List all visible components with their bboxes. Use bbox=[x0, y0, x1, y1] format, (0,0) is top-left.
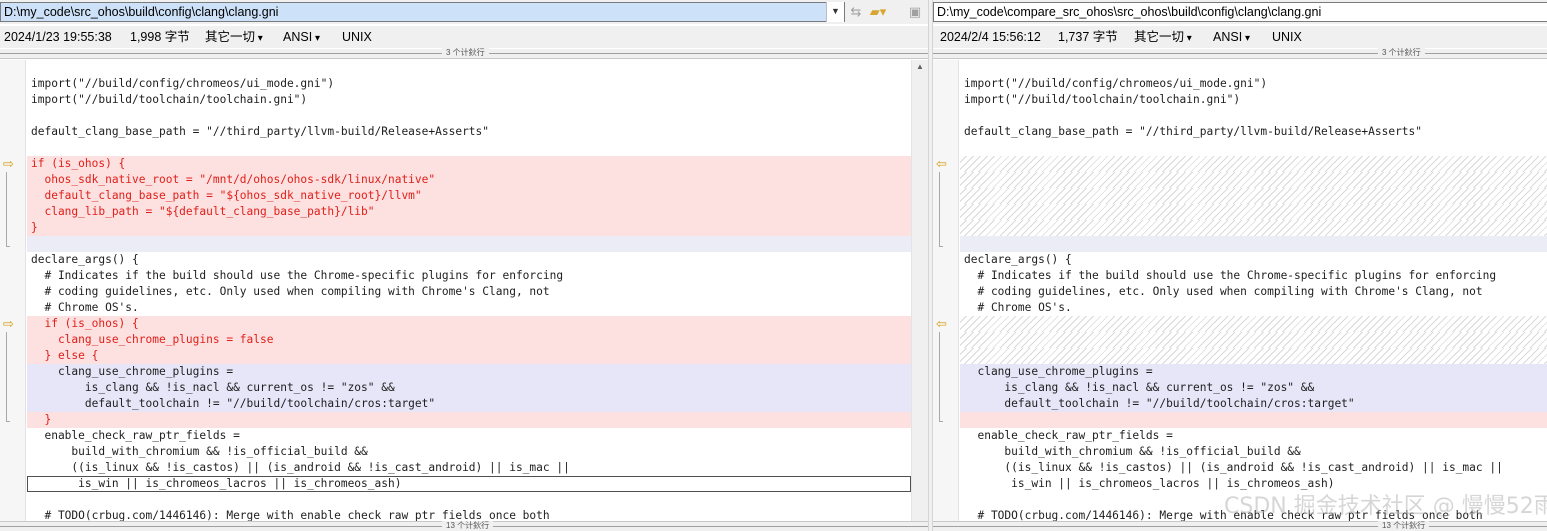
code-line[interactable]: # Indicates if the build should use the … bbox=[27, 268, 911, 284]
left-top-section-label: 3 个计鈥行 bbox=[442, 48, 489, 58]
code-line[interactable] bbox=[960, 220, 1547, 236]
code-line[interactable]: enable_check_raw_ptr_fields = bbox=[27, 428, 911, 444]
code-line[interactable] bbox=[960, 172, 1547, 188]
left-scrollbar[interactable]: ▲ bbox=[911, 60, 928, 521]
chevron-down-icon[interactable]: ▼ bbox=[826, 2, 844, 22]
code-line[interactable]: } else { bbox=[27, 348, 911, 364]
left-code-view[interactable]: import("//build/config/chromeos/ui_mode.… bbox=[27, 76, 911, 524]
left-line-endings[interactable]: UNIX bbox=[342, 26, 372, 48]
right-line-endings[interactable]: UNIX bbox=[1272, 26, 1302, 48]
code-line[interactable]: build_with_chromium && !is_official_buil… bbox=[960, 444, 1547, 460]
code-line[interactable] bbox=[960, 140, 1547, 156]
code-line[interactable] bbox=[960, 204, 1547, 220]
right-date: 2024/2/4 15:56:12 bbox=[940, 30, 1041, 44]
arrow-left-icon[interactable]: ⇦ bbox=[936, 317, 947, 331]
code-line[interactable]: is_win || is_chromeos_lacros || is_chrom… bbox=[27, 476, 911, 492]
code-line[interactable]: declare_args() { bbox=[960, 252, 1547, 268]
code-line[interactable]: default_clang_base_path = "//third_party… bbox=[27, 124, 911, 140]
code-line[interactable] bbox=[960, 236, 1547, 252]
arrow-right-icon[interactable]: ⇨ bbox=[3, 157, 14, 171]
code-line[interactable]: default_clang_base_path = "//third_party… bbox=[960, 124, 1547, 140]
right-top-section-bar[interactable]: 3 个计鈥行 bbox=[933, 48, 1547, 59]
right-path-input[interactable]: D:\my_code\compare_src_ohos\src_ohos\bui… bbox=[933, 2, 1547, 22]
code-line[interactable]: import("//build/config/chromeos/ui_mode.… bbox=[27, 76, 911, 92]
code-line[interactable]: ((is_linux && !is_castos) || (is_android… bbox=[27, 460, 911, 476]
left-path-input[interactable]: D:\my_code\src_ohos\build\config\clang\c… bbox=[0, 2, 845, 22]
save-icon[interactable]: ▣ bbox=[905, 3, 925, 21]
left-info-bar: 2024/1/23 19:55:38 1,998 字节 其它一切 ANSI UN… bbox=[0, 26, 928, 48]
code-line[interactable]: is_clang && !is_nacl && current_os != "z… bbox=[960, 380, 1547, 396]
right-bottom-section-label: 13 个计鈥行 bbox=[1378, 521, 1430, 531]
code-line[interactable] bbox=[960, 156, 1547, 172]
code-line[interactable] bbox=[27, 108, 911, 124]
code-line[interactable]: } bbox=[27, 220, 911, 236]
code-line[interactable]: build_with_chromium && !is_official_buil… bbox=[27, 444, 911, 460]
code-line[interactable] bbox=[960, 332, 1547, 348]
diff-bracket bbox=[939, 332, 943, 422]
code-line[interactable]: # Chrome OS's. bbox=[27, 300, 911, 316]
left-size: 1,998 字节 bbox=[130, 30, 190, 44]
code-line[interactable]: # Indicates if the build should use the … bbox=[960, 268, 1547, 284]
right-bottom-section-bar[interactable]: 13 个计鈥行 bbox=[933, 521, 1547, 531]
code-line[interactable]: if (is_ohos) { bbox=[27, 156, 911, 172]
code-line[interactable]: import("//build/toolchain/toolchain.gni"… bbox=[27, 92, 911, 108]
watermark: CSDN 掘金技术社区 @ 慢慢52雨 bbox=[1224, 494, 1547, 519]
code-line[interactable] bbox=[27, 236, 911, 252]
folder-icon[interactable]: ▰▾ bbox=[868, 3, 888, 21]
code-line[interactable] bbox=[27, 492, 911, 508]
code-line[interactable]: clang_use_chrome_plugins = bbox=[27, 364, 911, 380]
diff-bracket bbox=[939, 172, 943, 247]
code-line[interactable]: # coding guidelines, etc. Only used when… bbox=[27, 284, 911, 300]
code-line[interactable]: ohos_sdk_native_root = "/mnt/d/ohos/ohos… bbox=[27, 172, 911, 188]
right-size: 1,737 字节 bbox=[1058, 30, 1118, 44]
code-line[interactable]: } bbox=[27, 412, 911, 428]
code-line[interactable] bbox=[960, 412, 1547, 428]
right-path-bar: D:\my_code\compare_src_ohos\src_ohos\bui… bbox=[933, 0, 1547, 24]
arrow-right-icon[interactable]: ⇨ bbox=[3, 317, 14, 331]
code-line[interactable]: clang_use_chrome_plugins = bbox=[960, 364, 1547, 380]
right-code-view[interactable]: import("//build/config/chromeos/ui_mode.… bbox=[960, 76, 1547, 524]
code-line[interactable]: import("//build/config/chromeos/ui_mode.… bbox=[960, 76, 1547, 92]
code-line[interactable]: clang_lib_path = "${default_clang_base_p… bbox=[27, 204, 911, 220]
swap-icon[interactable]: ⇆ bbox=[846, 3, 866, 21]
left-gutter bbox=[0, 60, 26, 521]
right-file-pane: D:\my_code\compare_src_ohos\src_ohos\bui… bbox=[933, 0, 1547, 531]
code-line[interactable] bbox=[960, 108, 1547, 124]
left-date: 2024/1/23 19:55:38 bbox=[4, 30, 112, 44]
code-line[interactable] bbox=[960, 316, 1547, 332]
right-filter-dropdown[interactable]: 其它一切 bbox=[1134, 26, 1192, 50]
left-top-section-bar[interactable]: 3 个计鈥行 bbox=[0, 48, 928, 59]
diff-bracket bbox=[6, 332, 10, 422]
left-path-bar: D:\my_code\src_ohos\build\config\clang\c… bbox=[0, 0, 928, 24]
code-line[interactable]: # coding guidelines, etc. Only used when… bbox=[960, 284, 1547, 300]
left-bottom-section-label: 13 个计鈥行 bbox=[442, 521, 494, 531]
right-top-section-label: 3 个计鈥行 bbox=[1378, 48, 1425, 58]
arrow-left-icon[interactable]: ⇦ bbox=[936, 157, 947, 171]
code-line[interactable] bbox=[960, 348, 1547, 364]
left-file-pane: D:\my_code\src_ohos\build\config\clang\c… bbox=[0, 0, 928, 531]
left-bottom-section-bar[interactable]: 13 个计鈥行 bbox=[0, 521, 928, 531]
code-line[interactable]: # Chrome OS's. bbox=[960, 300, 1547, 316]
code-line[interactable]: is_clang && !is_nacl && current_os != "z… bbox=[27, 380, 911, 396]
code-line[interactable]: default_toolchain != "//build/toolchain/… bbox=[27, 396, 911, 412]
code-line[interactable]: default_toolchain != "//build/toolchain/… bbox=[960, 396, 1547, 412]
code-line[interactable] bbox=[960, 188, 1547, 204]
code-line[interactable] bbox=[27, 140, 911, 156]
code-line[interactable]: declare_args() { bbox=[27, 252, 911, 268]
right-info-bar: 2024/2/4 15:56:12 1,737 字节 其它一切 ANSI UNI… bbox=[933, 26, 1547, 48]
code-line[interactable]: ((is_linux && !is_castos) || (is_android… bbox=[960, 460, 1547, 476]
left-encoding-dropdown[interactable]: ANSI bbox=[283, 26, 320, 50]
code-line[interactable]: enable_check_raw_ptr_fields = bbox=[960, 428, 1547, 444]
right-encoding-dropdown[interactable]: ANSI bbox=[1213, 26, 1250, 50]
left-filter-dropdown[interactable]: 其它一切 bbox=[205, 26, 263, 50]
code-line[interactable]: if (is_ohos) { bbox=[27, 316, 911, 332]
diff-bracket bbox=[6, 172, 10, 247]
code-line[interactable]: clang_use_chrome_plugins = false bbox=[27, 332, 911, 348]
right-gutter bbox=[933, 60, 959, 521]
code-line[interactable]: import("//build/toolchain/toolchain.gni"… bbox=[960, 92, 1547, 108]
code-line[interactable]: default_clang_base_path = "${ohos_sdk_na… bbox=[27, 188, 911, 204]
